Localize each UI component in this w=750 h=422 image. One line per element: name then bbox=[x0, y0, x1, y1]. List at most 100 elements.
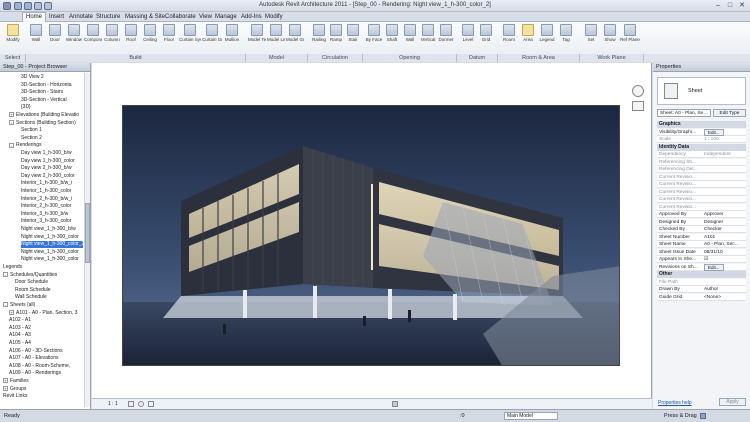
sun-path-icon[interactable] bbox=[138, 401, 144, 407]
wall-opening-button[interactable]: Wall bbox=[401, 24, 419, 54]
component-button[interactable]: Component bbox=[84, 24, 102, 54]
roof-button[interactable]: Roof bbox=[122, 24, 140, 54]
zoom-icon[interactable] bbox=[632, 101, 644, 111]
tree-item[interactable]: - Sheets (all) bbox=[3, 302, 83, 309]
tree-item[interactable]: Day view 2_h-300_color bbox=[21, 173, 83, 180]
tree-item[interactable]: 3D-Section - Vertical bbox=[21, 97, 83, 104]
tree-item[interactable]: - Sections (Building Section) bbox=[9, 120, 83, 127]
property-section-header[interactable]: Identity Data bbox=[657, 143, 746, 151]
tree-item[interactable]: A102 - A1 bbox=[9, 317, 83, 324]
property-value[interactable]: Approver bbox=[704, 211, 745, 218]
tree-item[interactable]: 3D-Section - Horizonta bbox=[21, 82, 83, 89]
tab-insert[interactable]: Insert bbox=[46, 13, 67, 22]
expand-icon[interactable]: + bbox=[3, 378, 8, 384]
shaft-button[interactable]: Shaft bbox=[383, 24, 401, 54]
tree-item[interactable]: Interior_3_h-300_b/w bbox=[21, 211, 83, 218]
column-button[interactable]: Column bbox=[103, 24, 121, 54]
browser-scrollbar[interactable] bbox=[84, 73, 90, 407]
curtain-grid-button[interactable]: Curtain Grid bbox=[202, 24, 222, 54]
tree-item[interactable]: + Families bbox=[3, 378, 83, 385]
view-scale[interactable]: 1 : 1 bbox=[108, 401, 118, 407]
property-value[interactable]: Checker bbox=[704, 226, 745, 233]
tree-item[interactable]: A109 - A0 - Renderings bbox=[9, 370, 83, 377]
property-section-header[interactable]: Graphics bbox=[657, 121, 746, 128]
set-button[interactable]: Set bbox=[582, 24, 600, 54]
stair-button[interactable]: Stair bbox=[344, 24, 362, 54]
tree-item[interactable]: Section 1 bbox=[21, 127, 83, 134]
tree-item[interactable]: 3D-Section - Stairs bbox=[21, 89, 83, 96]
tree-item[interactable]: Door Schedule bbox=[15, 279, 83, 286]
ref-plane-button[interactable]: Ref Plane bbox=[620, 24, 640, 54]
property-value[interactable]: 08/31/10 bbox=[704, 249, 745, 256]
property-value[interactable]: 1 : 100 bbox=[704, 136, 745, 143]
expand-icon[interactable]: + bbox=[3, 385, 8, 391]
property-value[interactable]: Independent bbox=[704, 151, 745, 158]
vertical-opening-button[interactable]: Vertical bbox=[419, 24, 437, 54]
tab-modify[interactable]: Modify bbox=[262, 13, 286, 22]
property-edit-button[interactable]: Edit... bbox=[704, 128, 724, 136]
curtain-system-button[interactable]: Curtain System bbox=[179, 24, 201, 54]
property-value[interactable]: Author bbox=[704, 286, 745, 293]
tree-item[interactable]: Night view_1_h-300_b/w bbox=[21, 226, 83, 233]
tree-item[interactable]: Interior_2_h-300_color bbox=[21, 203, 83, 210]
property-value[interactable]: <None> bbox=[704, 294, 745, 301]
ceiling-button[interactable]: Ceiling bbox=[141, 24, 159, 54]
maximize-button[interactable]: □ bbox=[724, 1, 736, 10]
area-button[interactable]: Area bbox=[519, 24, 537, 54]
filter-icon[interactable] bbox=[700, 413, 706, 419]
edit-type-button[interactable]: Edit Type bbox=[713, 109, 746, 117]
level-button[interactable]: Level bbox=[459, 24, 477, 54]
window-button[interactable]: Window bbox=[65, 24, 83, 54]
room-button[interactable]: Room bbox=[500, 24, 518, 54]
tab-structure[interactable]: Structure bbox=[93, 13, 123, 22]
minimize-button[interactable]: – bbox=[712, 1, 724, 10]
railing-button[interactable]: Railing bbox=[310, 24, 328, 54]
floor-button[interactable]: Floor bbox=[160, 24, 178, 54]
tab-annotate[interactable]: Annotate bbox=[66, 13, 96, 22]
legend-button[interactable]: Legend bbox=[538, 24, 556, 54]
press-drag-toggle[interactable]: Press & Drag bbox=[664, 413, 697, 419]
tree-item[interactable]: Day view 2_h-300_b/w bbox=[21, 165, 83, 172]
active-workset-select[interactable]: Main Model bbox=[504, 412, 558, 420]
drawing-area[interactable] bbox=[92, 63, 652, 409]
properties-help-link[interactable]: Properties help bbox=[658, 400, 692, 406]
browser-scroll-thumb[interactable] bbox=[85, 203, 90, 263]
tree-item[interactable]: Night view_1_h-300_color bbox=[21, 249, 83, 256]
ramp-button[interactable]: Ramp bbox=[327, 24, 345, 54]
property-value[interactable]: Designer bbox=[704, 219, 745, 226]
modify-button[interactable]: Modify bbox=[4, 24, 22, 54]
collapse-icon[interactable]: - bbox=[3, 271, 8, 277]
property-section-header[interactable]: Other bbox=[657, 271, 746, 278]
steering-wheel-icon[interactable] bbox=[632, 85, 644, 97]
tree-item[interactable]: Night view_1_h-300_color bbox=[21, 234, 83, 241]
expand-icon[interactable]: + bbox=[9, 309, 14, 315]
door-button[interactable]: Door bbox=[46, 24, 64, 54]
type-selector[interactable]: Sheet bbox=[657, 77, 746, 105]
by-face-button[interactable]: By Face bbox=[365, 24, 383, 54]
apply-button[interactable]: Apply bbox=[719, 398, 746, 406]
detail-level-icon[interactable] bbox=[128, 401, 134, 407]
panel-select[interactable]: Select bbox=[0, 54, 26, 62]
tree-item[interactable]: Room Schedule bbox=[15, 287, 83, 294]
tree-item[interactable]: A106 - A0 - 3D-Sections bbox=[9, 348, 83, 355]
show-button[interactable]: Show bbox=[601, 24, 619, 54]
tab-add-ins[interactable]: Add-Ins bbox=[238, 13, 265, 22]
horizontal-scroll-thumb[interactable] bbox=[392, 401, 398, 407]
tree-item[interactable]: A104 - A3 bbox=[9, 332, 83, 339]
close-button[interactable]: ✕ bbox=[736, 1, 748, 10]
tree-item[interactable]: Night view_1_h-300_color bbox=[21, 256, 83, 263]
model-text-button[interactable]: Model Text bbox=[248, 24, 266, 54]
tree-item[interactable]: - Schedules/Quantities bbox=[3, 272, 83, 279]
tab-collaborate[interactable]: Collaborate bbox=[162, 13, 199, 22]
property-value[interactable]: A0 - Plan, Sec... bbox=[704, 241, 745, 248]
tree-item[interactable]: A107 - A0 - Elevations bbox=[9, 355, 83, 362]
tree-item-selected[interactable]: Night view_1_h-300_color_2 bbox=[21, 241, 83, 249]
tree-item[interactable]: Day view 1_h-300_color bbox=[21, 158, 83, 165]
tree-item[interactable]: + Groups bbox=[3, 386, 83, 393]
model-group-button[interactable]: Model Group bbox=[286, 24, 304, 54]
tab-home[interactable]: Home bbox=[22, 12, 47, 22]
tree-item[interactable]: Interior_2_h-300_b/w_i bbox=[21, 196, 83, 203]
collapse-icon[interactable]: - bbox=[3, 302, 8, 308]
property-edit-button[interactable]: Edit... bbox=[704, 263, 724, 271]
grid-button[interactable]: Grid bbox=[477, 24, 495, 54]
